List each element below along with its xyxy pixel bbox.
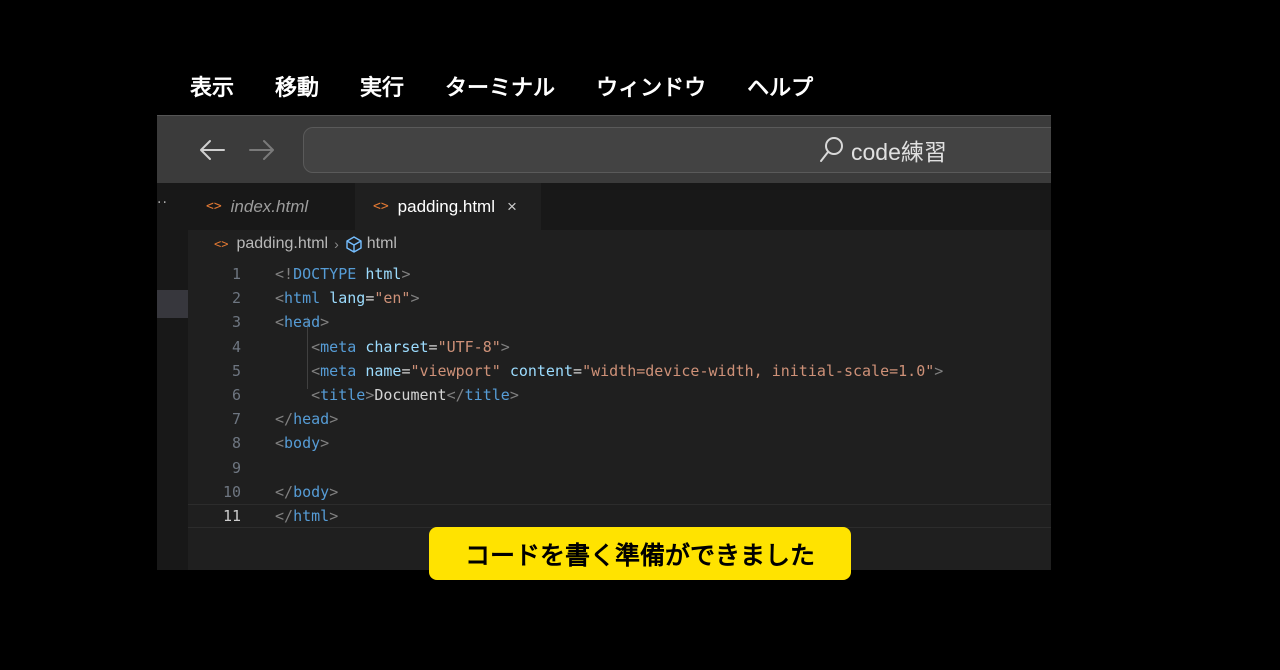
code-text: <title>Document</title> <box>311 386 519 404</box>
menu-help[interactable]: ヘルプ <box>747 72 813 106</box>
tab-label: index.html <box>230 196 309 216</box>
tab-index-html[interactable]: <> index.html <box>188 183 356 230</box>
titlebar: code練習 <box>157 115 1051 184</box>
forward-button[interactable] <box>247 134 277 166</box>
breadcrumb-file[interactable]: padding.html <box>236 235 328 253</box>
vscode-window: code練習 ·· <> index.html <> padding.html … <box>157 115 1051 570</box>
breadcrumb-element[interactable]: html <box>367 235 397 253</box>
line-number: 3 <box>231 313 241 332</box>
code-line[interactable]: 9 <box>188 456 1051 480</box>
code-line[interactable]: 7 </head> <box>188 407 1051 431</box>
code-line[interactable]: 2 <html lang="en"> <box>188 286 1051 310</box>
html-file-icon: <> <box>206 199 222 214</box>
close-icon[interactable]: × <box>507 197 517 217</box>
search-icon <box>820 137 843 162</box>
menubar: 表示 移動 実行 ターミナル ウィンドウ ヘルプ <box>190 72 854 106</box>
code-text: <head> <box>275 313 330 332</box>
line-number: 10 <box>222 482 241 501</box>
tab-padding-html[interactable]: <> padding.html × <box>355 183 541 230</box>
html-file-icon: <> <box>214 237 229 251</box>
menu-terminal[interactable]: ターミナル <box>445 72 555 106</box>
line-number: 5 <box>231 361 241 380</box>
command-center-search[interactable]: code練習 <box>303 127 1051 173</box>
html-file-icon: <> <box>373 199 389 214</box>
code-text: <body> <box>275 434 330 453</box>
line-number: 9 <box>231 458 241 477</box>
menu-view[interactable]: 表示 <box>190 72 234 106</box>
back-button[interactable] <box>197 134 227 166</box>
code-line[interactable]: 6 <title>Document</title> <box>188 383 1051 407</box>
breadcrumb: <> padding.html › html <box>214 230 397 258</box>
menu-run[interactable]: 実行 <box>360 72 404 106</box>
code-line[interactable]: 8 <body> <box>188 431 1051 455</box>
code-text: </body> <box>275 482 339 501</box>
code-line[interactable]: 5 <meta name="viewport" content="width=d… <box>188 359 1051 383</box>
menu-go[interactable]: 移動 <box>275 72 319 106</box>
chevron-right-icon: › <box>334 236 339 252</box>
arrow-right-icon <box>249 140 274 160</box>
caption-banner: コードを書く準備ができました <box>429 527 851 580</box>
line-number: 4 <box>231 337 241 356</box>
sidebar-selected-item[interactable] <box>157 290 188 318</box>
search-text: code練習 <box>851 139 947 165</box>
more-icon[interactable]: ·· <box>157 195 168 211</box>
search-content: code練習 <box>819 128 947 172</box>
code-text: <html lang="en"> <box>275 289 420 308</box>
arrow-left-icon <box>200 140 225 160</box>
code-line[interactable]: 4 <meta charset="UTF-8"> <box>188 335 1051 359</box>
code-text: <meta name="viewport" content="width=dev… <box>311 361 944 380</box>
code-text: </html> <box>275 507 339 525</box>
line-number: 2 <box>231 289 241 308</box>
tab-bar: <> index.html <> padding.html × <box>188 183 1051 230</box>
code-text: <!DOCTYPE html> <box>275 265 411 283</box>
code-editor[interactable]: 1 <!DOCTYPE html> 2 <html lang="en"> 3 <head>… <box>188 258 1051 570</box>
line-number: 8 <box>231 434 241 453</box>
code-line[interactable]: 3 <head> <box>188 310 1051 334</box>
code-text: <meta charset="UTF-8"> <box>311 337 510 356</box>
code-line[interactable]: 11 </html> <box>188 504 1051 528</box>
code-line[interactable]: 10 </body> <box>188 480 1051 504</box>
code-line[interactable]: 1 <!DOCTYPE html> <box>188 262 1051 286</box>
line-number: 1 <box>231 265 241 283</box>
menu-window[interactable]: ウィンドウ <box>596 72 706 106</box>
cube-icon <box>345 235 363 253</box>
tab-label: padding.html <box>397 196 495 216</box>
code-text: </head> <box>275 410 339 429</box>
line-number: 11 <box>222 507 241 525</box>
line-number: 7 <box>231 410 241 429</box>
line-number: 6 <box>231 386 241 404</box>
sidebar-strip: ·· <box>157 183 188 570</box>
